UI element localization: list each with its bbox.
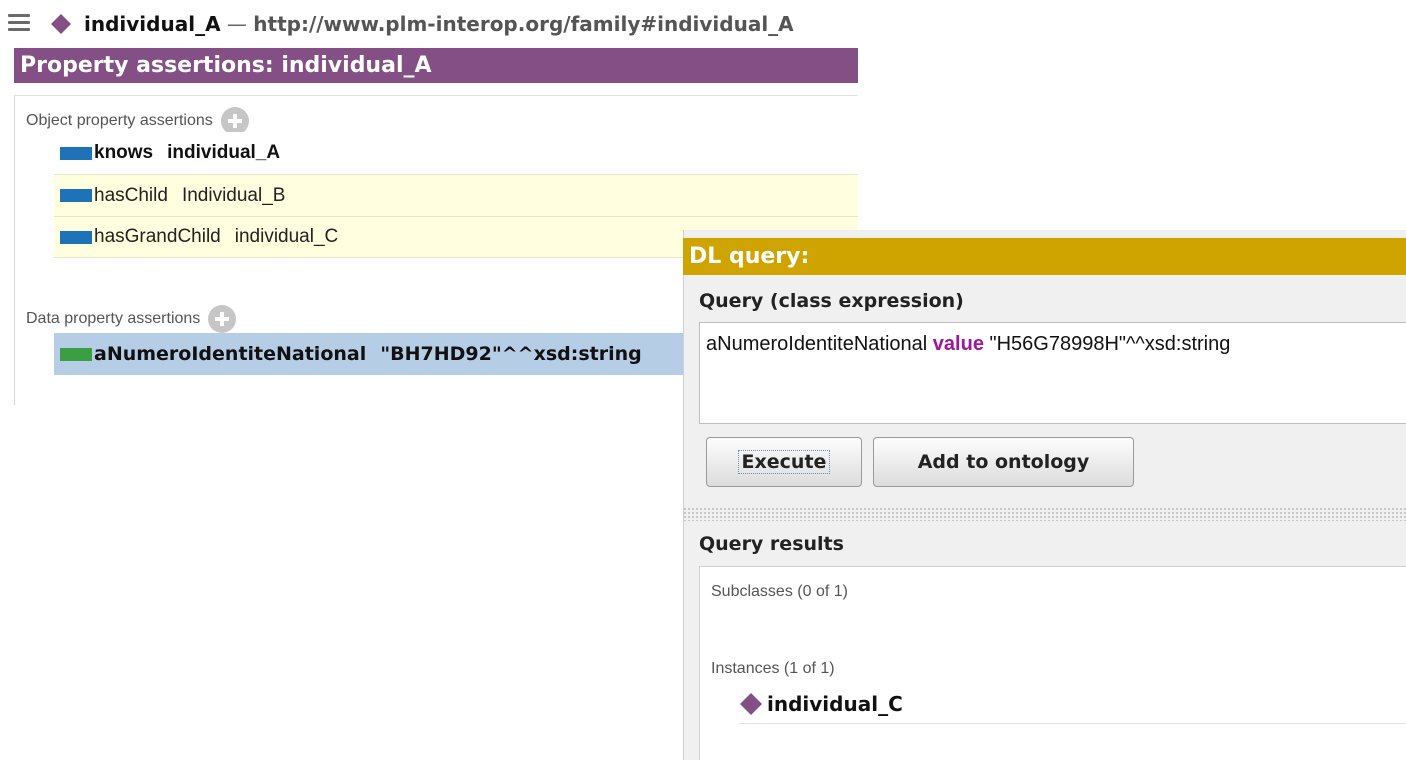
individual-diamond-icon: [51, 14, 71, 34]
assertion-property: knows: [94, 142, 154, 163]
execute-button[interactable]: Execute: [706, 437, 862, 487]
instances-section-label: Instances (1 of 1): [711, 660, 835, 677]
assertion-value: individual_A: [167, 142, 281, 163]
query-text-before: aNumeroIdentiteNational: [706, 333, 933, 355]
query-results-label: Query results: [699, 533, 844, 555]
assertion-property: hasGrandChild: [94, 226, 221, 247]
entity-separator: —: [226, 12, 247, 36]
dl-query-title: DL query:: [683, 238, 1406, 275]
subclasses-section-label: Subclasses (0 of 1): [711, 583, 848, 600]
assertion-value: Individual_B: [181, 184, 286, 206]
section-label: Object property assertions: [26, 112, 213, 129]
section-label: Data property assertions: [26, 310, 201, 327]
plus-circle-icon[interactable]: [220, 107, 249, 135]
assertion-property: hasChild: [94, 184, 168, 206]
plus-circle-icon[interactable]: [208, 305, 237, 333]
property-assertions-title: Property assertions: individual_A: [14, 48, 858, 83]
add-to-ontology-button[interactable]: Add to ontology: [873, 437, 1134, 487]
execute-label: Execute: [737, 450, 831, 474]
query-keyword: value: [932, 333, 984, 355]
split-pane-divider[interactable]: [683, 507, 1406, 521]
assertion-property: aNumeroIdentiteNational: [94, 343, 367, 365]
instance-name: individual_C: [767, 691, 903, 716]
query-label: Query (class expression): [699, 290, 964, 312]
query-input[interactable]: aNumeroIdentiteNational value "H56G78998…: [699, 322, 1406, 424]
add-to-ontology-label: Add to ontology: [917, 451, 1090, 473]
individual-diamond-icon: [740, 692, 762, 715]
instance-result-row[interactable]: individual_C: [739, 684, 1406, 724]
object-property-icon: [60, 189, 92, 202]
hamburger-icon[interactable]: [8, 14, 30, 32]
data-property-assertions-section: Data property assertions: [26, 304, 237, 334]
query-text-after: "H56G78998H"^^xsd:string: [983, 333, 1231, 355]
entity-iri: http://www.plm-interop.org/family#indivi…: [253, 12, 794, 36]
object-assertion-row[interactable]: hasChild Individual_B: [54, 174, 858, 216]
assertion-value: individual_C: [234, 226, 339, 247]
object-property-icon: [60, 230, 92, 244]
entity-name: individual_A: [84, 12, 221, 36]
data-property-icon: [60, 347, 92, 361]
object-property-icon: [60, 146, 92, 160]
entity-title: individual_A — http://www.plm-interop.or…: [84, 9, 794, 39]
object-assertion-row[interactable]: knows individual_A: [54, 132, 858, 174]
assertion-value: "BH7HD92"^^xsd:string: [380, 343, 642, 365]
